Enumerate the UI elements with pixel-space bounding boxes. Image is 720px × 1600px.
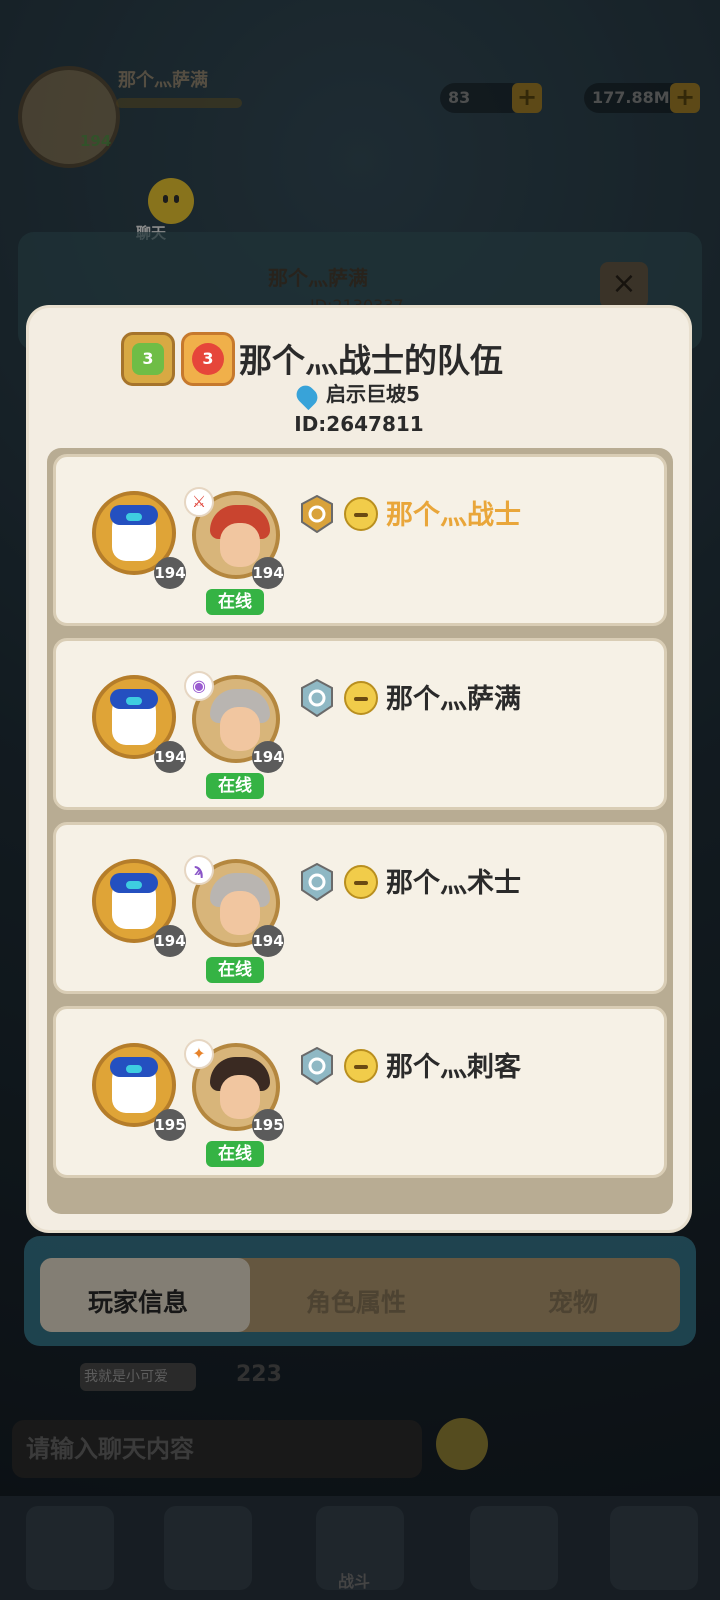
hero-level-badge: 194 <box>252 925 284 957</box>
team-id: ID:2647811 <box>294 412 424 436</box>
member-name: 那个灬刺客 <box>386 1052 521 1083</box>
warlock-icon: ϡ <box>184 855 214 885</box>
emote-icon <box>344 1049 378 1083</box>
rank-silver-icon <box>300 678 334 718</box>
shaman-icon: ◉ <box>184 671 214 701</box>
online-status: 在线 <box>206 957 264 983</box>
member-name: 那个灬萨满 <box>386 684 521 715</box>
online-status: 在线 <box>206 1141 264 1167</box>
member-card-4[interactable]: 195 ✦ 195 在线 那个灬刺客 <box>53 1006 667 1178</box>
team-title: 那个灬战士的队伍 <box>239 341 503 380</box>
hero-level-badge: 195 <box>252 1109 284 1141</box>
location-pin-icon <box>292 381 322 410</box>
rank-silver-icon <box>300 862 334 902</box>
member-name: 那个灬术士 <box>386 868 521 899</box>
hero-level-badge: 194 <box>252 557 284 589</box>
rank-silver-icon <box>300 1046 334 1086</box>
emote-icon <box>344 497 378 531</box>
team-location: 启示巨坡5 <box>29 378 689 410</box>
warrior-icon: ⚔ <box>184 487 214 517</box>
pet-level-badge: 194 <box>154 925 186 957</box>
hero-level-badge: 194 <box>252 741 284 773</box>
modal-header: 3 3 那个灬战士的队伍 <box>29 326 689 386</box>
location-text: 启示巨坡5 <box>326 382 420 406</box>
online-status: 在线 <box>206 773 264 799</box>
emote-icon <box>344 865 378 899</box>
rank-gold-icon <box>300 494 334 534</box>
pet-level-badge: 195 <box>154 1109 186 1141</box>
member-card-2[interactable]: 194 ◉ 194 在线 那个灬萨满 <box>53 638 667 810</box>
emote-icon <box>344 681 378 715</box>
member-list: 194 ⚔ 194 在线 那个灬战士 194 ◉ 194 在线 那个灬萨满 19… <box>47 448 673 1214</box>
member-card-3[interactable]: 194 ϡ 194 在线 那个灬术士 <box>53 822 667 994</box>
assassin-icon: ✦ <box>184 1039 214 1069</box>
pet-level-badge: 194 <box>154 741 186 773</box>
member-name: 那个灬战士 <box>386 500 521 531</box>
team-modal: 3 3 那个灬战士的队伍 启示巨坡5 ID:2647811 194 ⚔ 194 … <box>29 308 689 1230</box>
pet-level-badge: 194 <box>154 557 186 589</box>
member-card-1[interactable]: 194 ⚔ 194 在线 那个灬战士 <box>53 454 667 626</box>
online-status: 在线 <box>206 589 264 615</box>
